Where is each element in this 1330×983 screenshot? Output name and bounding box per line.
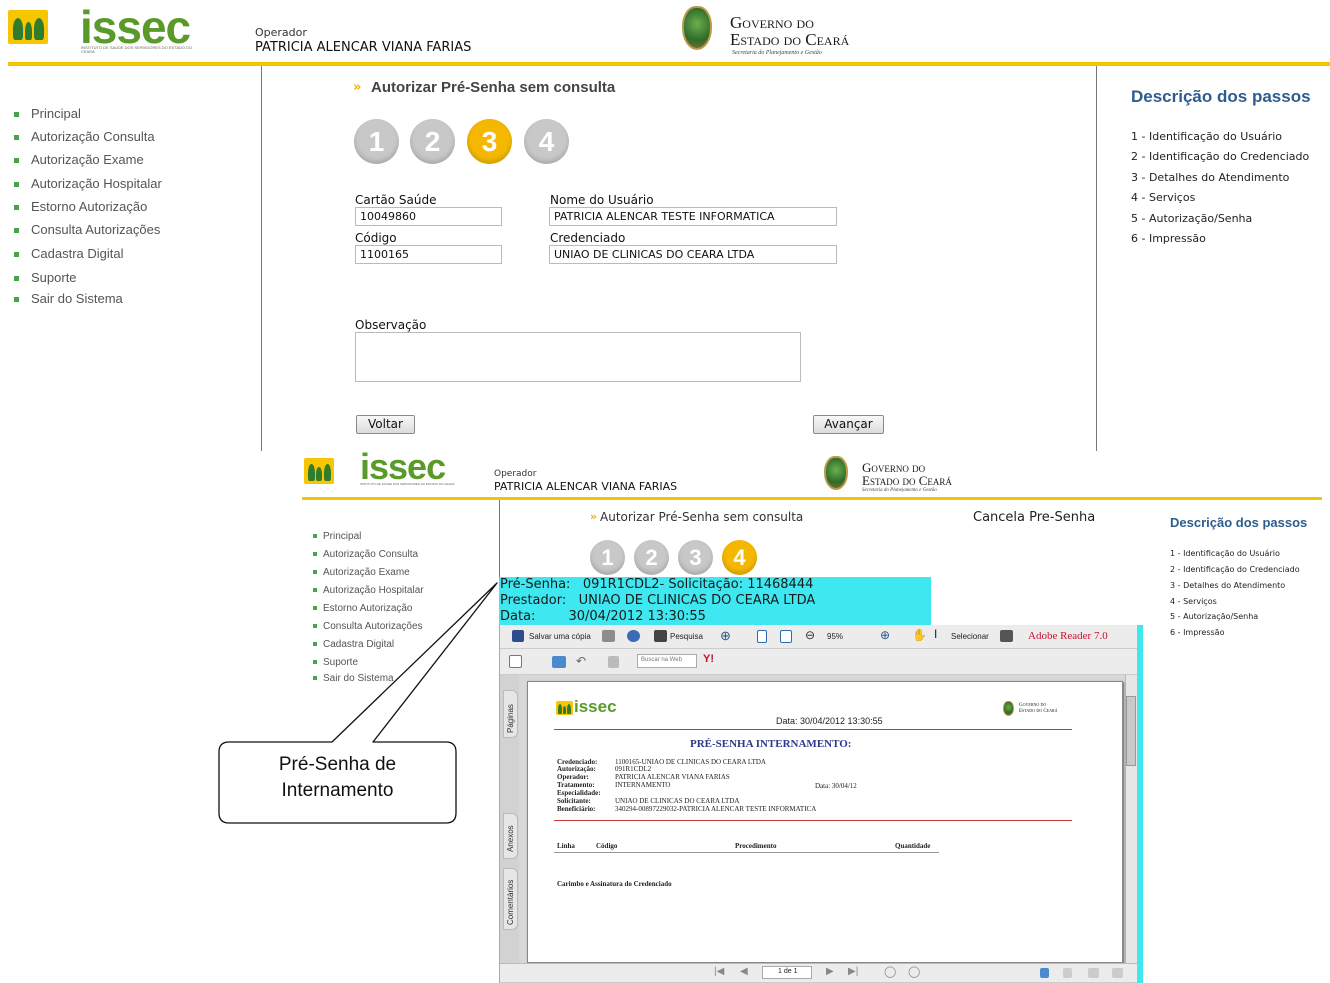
callout-bubble: [218, 582, 498, 824]
callout-text: Pré-Senha de Internamento: [278, 754, 397, 801]
